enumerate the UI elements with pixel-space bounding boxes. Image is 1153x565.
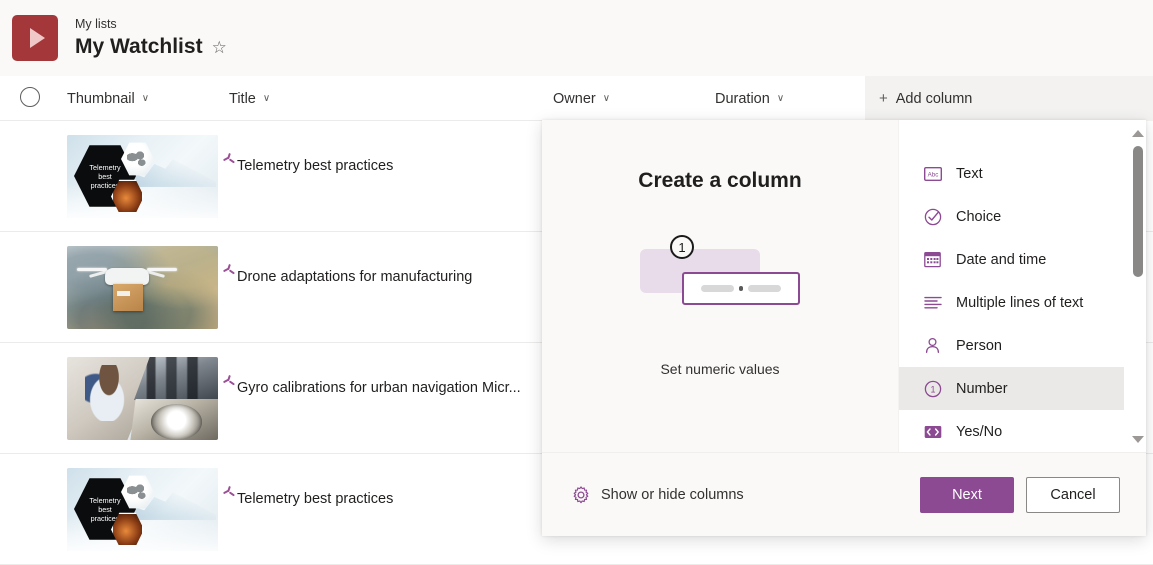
placeholder-pill [748, 285, 782, 292]
type-option-multiple-lines-of-text[interactable]: Multiple lines of text [899, 281, 1124, 324]
person-icon [923, 336, 942, 355]
type-option-label: Number [956, 380, 1008, 397]
column-header-owner[interactable]: Owner ∨ [553, 76, 610, 121]
dialog-title: Create a column [638, 169, 802, 192]
create-column-dialog: Create a column 1 Set numeric values Abc… [542, 120, 1146, 536]
column-header-label: Title [229, 90, 256, 107]
row-title-cell[interactable]: Gyro calibrations for urban navigation M… [222, 374, 521, 397]
drone-propeller [147, 268, 177, 271]
row-title[interactable]: Gyro calibrations for urban navigation M… [237, 379, 521, 397]
chevron-down-icon[interactable]: ∨ [263, 93, 270, 104]
column-header-title[interactable]: Title ∨ [229, 76, 270, 121]
add-column-button[interactable]: + Add column [865, 76, 1153, 121]
multiline-text-icon [923, 293, 942, 312]
show-or-hide-columns-link[interactable]: Show or hide columns [572, 485, 744, 504]
type-option-label: Choice [956, 208, 1002, 225]
title-row: My Watchlist ☆ [75, 34, 227, 60]
list-column-header: Thumbnail ∨ Title ∨ Owner ∨ Duration ∨ +… [0, 76, 1153, 121]
row-title[interactable]: Telemetry best practices [237, 157, 393, 175]
column-type-list: Abc Text Choice Date and time Multiple l… [899, 120, 1146, 452]
sparkle-icon [222, 152, 235, 166]
add-column-label: Add column [895, 90, 973, 107]
type-option-label: Text [956, 165, 983, 182]
type-option-label: Person [956, 337, 1002, 354]
type-list-scrollbar[interactable] [1130, 120, 1146, 452]
gear-icon [572, 485, 590, 504]
scroll-up-arrow-icon[interactable] [1130, 124, 1146, 142]
toggle-yes-no-icon [923, 422, 942, 441]
type-option-yes-no[interactable]: Yes/No [899, 410, 1124, 452]
column-header-thumbnail[interactable]: Thumbnail ∨ [67, 76, 149, 121]
type-option-person[interactable]: Person [899, 324, 1124, 367]
row-thumbnail[interactable]: Telemetry best practices [67, 135, 218, 218]
type-option-choice[interactable]: Choice [899, 195, 1124, 238]
calendar-icon [923, 250, 942, 269]
row-thumbnail[interactable] [67, 246, 218, 329]
dialog-body: Create a column 1 Set numeric values Abc… [542, 120, 1146, 452]
number-one-badge-icon: 1 [670, 235, 694, 259]
chevron-down-icon[interactable]: ∨ [142, 93, 149, 104]
choice-check-circle-icon [923, 207, 942, 226]
text-abc-icon: Abc [923, 164, 942, 183]
svg-text:Abc: Abc [927, 171, 938, 178]
row-title-cell[interactable]: Telemetry best practices [222, 152, 393, 175]
placeholder-pill [700, 285, 734, 292]
star-icon[interactable]: ☆ [212, 39, 227, 56]
row-thumbnail[interactable] [67, 357, 218, 440]
row-title[interactable]: Drone adaptations for manufacturing [237, 268, 472, 286]
delivery-box [113, 284, 143, 311]
type-option-text[interactable]: Abc Text [899, 152, 1124, 195]
dialog-illustration-pane: Create a column 1 Set numeric values [542, 120, 898, 452]
drone-body [105, 268, 149, 285]
scroll-down-arrow-icon[interactable] [1130, 430, 1146, 448]
chevron-down-icon[interactable]: ∨ [603, 93, 610, 104]
thumbnail-caption: Telemetry best practices [89, 495, 121, 523]
play-triangle-icon [29, 28, 45, 48]
sparkle-icon [222, 263, 235, 277]
row-thumbnail[interactable]: Telemetry best practices [67, 468, 218, 551]
illustration-input-box [682, 272, 800, 305]
number-column-illustration: 1 [640, 235, 800, 309]
type-option-label: Date and time [956, 251, 1047, 268]
decimal-dot-icon [738, 286, 744, 291]
play-logo-icon [12, 15, 58, 61]
sparkle-icon [222, 485, 235, 499]
page-title: My Watchlist [75, 35, 203, 58]
breadcrumb[interactable]: My lists [75, 16, 227, 32]
scrollbar-thumb[interactable] [1133, 146, 1143, 277]
svg-text:1: 1 [930, 384, 935, 394]
app-header: My lists My Watchlist ☆ [0, 0, 1153, 76]
type-option-label: Multiple lines of text [956, 294, 1084, 311]
show-or-hide-columns-label: Show or hide columns [601, 486, 744, 503]
number-one-circle-icon: 1 [923, 379, 942, 398]
header-text-block: My lists My Watchlist ☆ [75, 16, 227, 60]
type-option-number[interactable]: 1 Number [899, 367, 1124, 410]
next-button[interactable]: Next [920, 476, 1014, 513]
column-header-label: Thumbnail [67, 90, 135, 107]
chevron-down-icon[interactable]: ∨ [777, 93, 784, 104]
dialog-footer: Show or hide columns Next Cancel [542, 452, 1146, 536]
sparkle-icon [222, 374, 235, 388]
illustration-caption: Set numeric values [660, 361, 780, 377]
lists-app-window: My lists My Watchlist ☆ Thumbnail ∨ Titl… [0, 0, 1153, 565]
cancel-button[interactable]: Cancel [1026, 476, 1120, 513]
thumbnail-caption: Telemetry best practices [89, 162, 121, 190]
select-all-circle-icon[interactable] [20, 87, 40, 107]
column-type-list-pane: Abc Text Choice Date and time Multiple l… [898, 120, 1146, 452]
row-title[interactable]: Telemetry best practices [237, 490, 393, 508]
drone-propeller [77, 268, 107, 271]
column-header-duration[interactable]: Duration ∨ [715, 76, 784, 121]
type-option-label: Yes/No [956, 423, 1003, 440]
column-header-label: Duration [715, 90, 770, 107]
type-option-date-and-time[interactable]: Date and time [899, 238, 1124, 281]
row-title-cell[interactable]: Drone adaptations for manufacturing [222, 263, 472, 286]
column-header-label: Owner [553, 90, 596, 107]
gyroscope-photo-panel [130, 398, 218, 440]
plus-icon: + [879, 90, 888, 107]
row-title-cell[interactable]: Telemetry best practices [222, 485, 393, 508]
